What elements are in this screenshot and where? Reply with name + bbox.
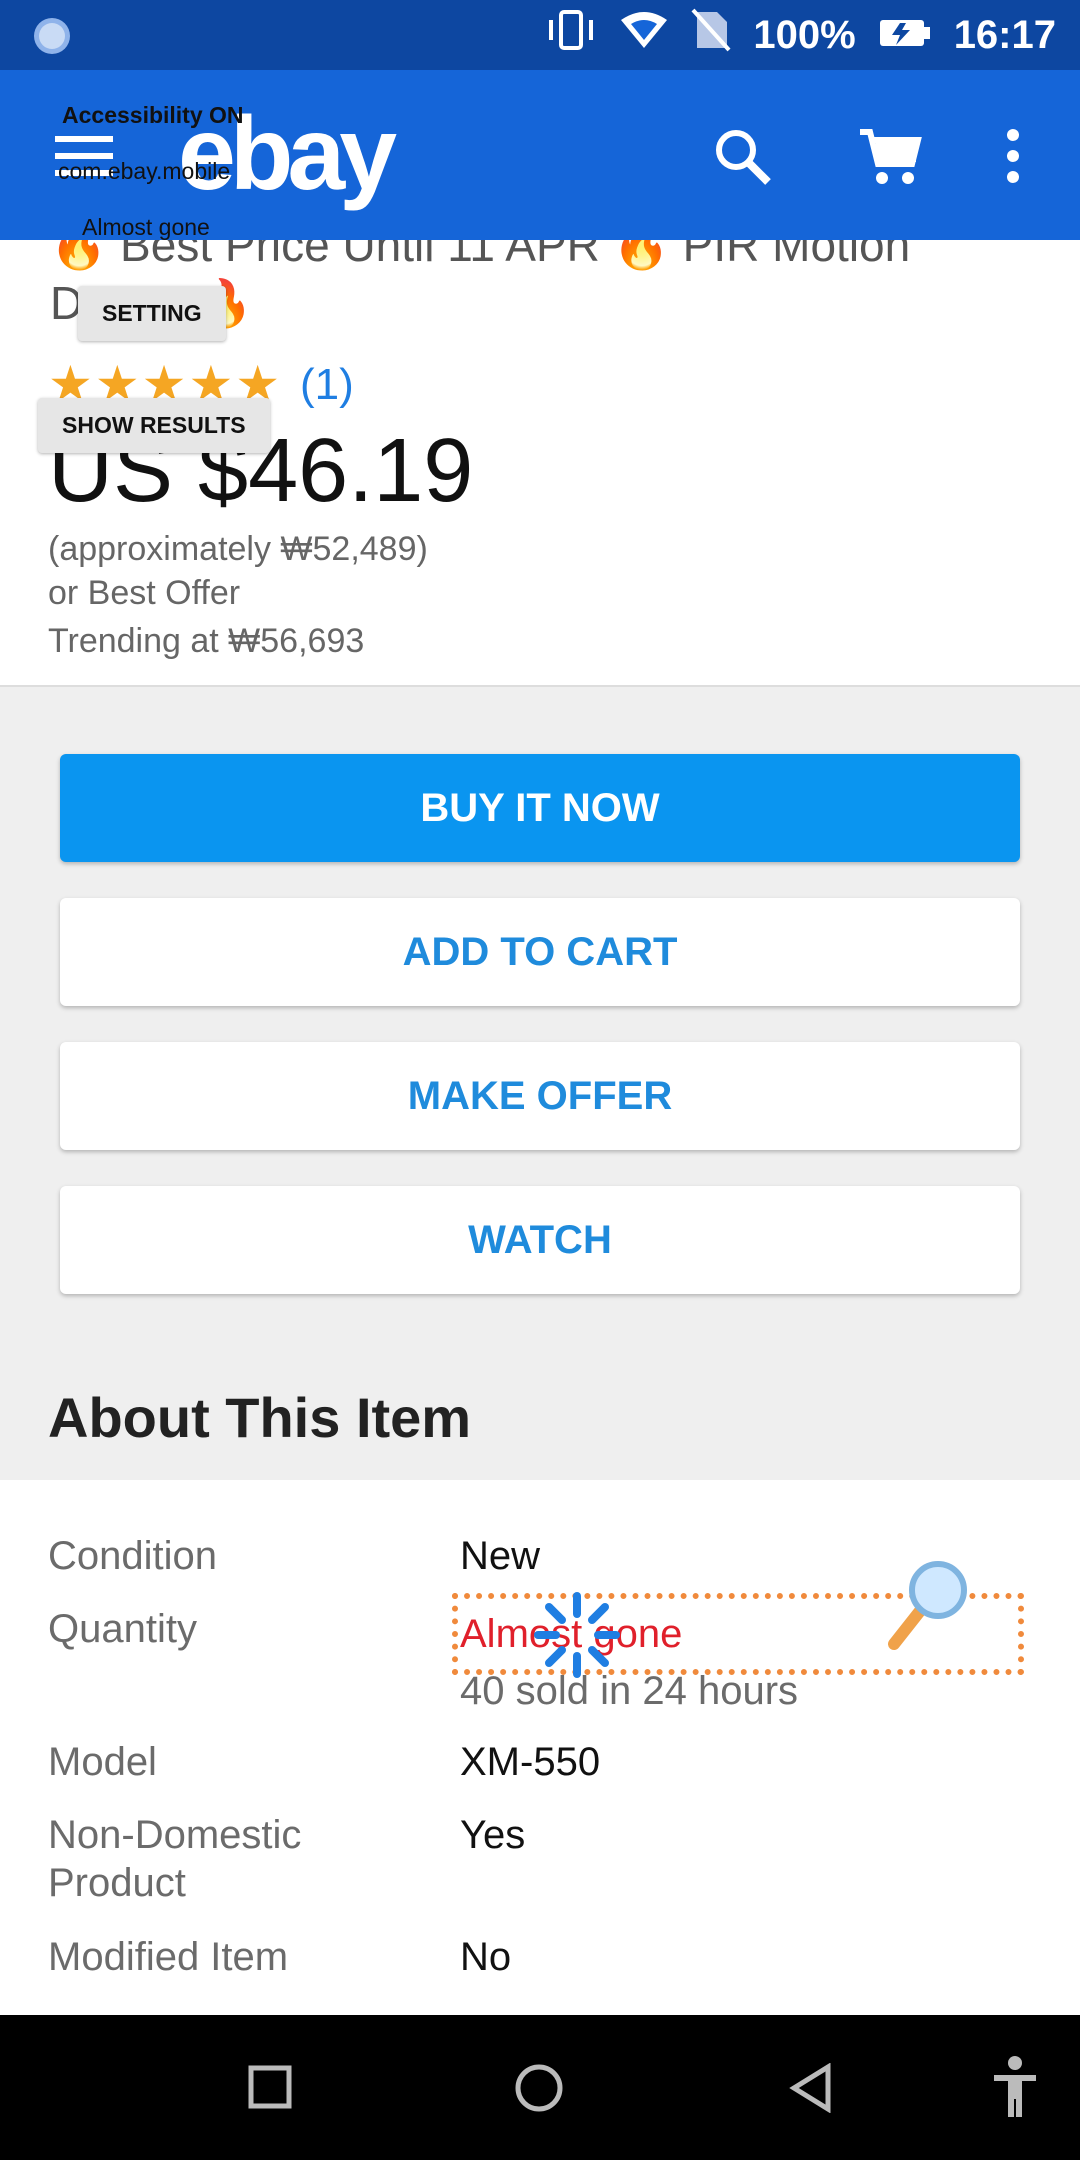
no-sim-icon (691, 8, 731, 62)
clock: 16:17 (953, 12, 1056, 57)
magnifier-icon (880, 1556, 980, 1661)
search-icon[interactable] (712, 126, 772, 191)
cart-icon[interactable] (858, 126, 922, 193)
vibrate-icon (545, 8, 597, 62)
non-domestic-value: Yes (460, 1813, 526, 1857)
buy-it-now-button[interactable]: BUY IT NOW (60, 754, 1020, 862)
setting-chip[interactable]: SETTING (78, 286, 226, 341)
almost-gone-overlay-label: Almost gone (82, 214, 210, 240)
back-button[interactable] (788, 2062, 832, 2118)
home-button[interactable] (514, 2063, 564, 2118)
modified-item-label: Modified Item (48, 1935, 289, 1979)
battery-level: 100% (753, 12, 856, 57)
condition-label: Condition (48, 1534, 218, 1578)
rating-count-link[interactable]: (1) (300, 360, 354, 410)
approx-price: (approximately ₩52,489) (48, 530, 428, 568)
add-to-cart-button[interactable]: ADD TO CART (60, 898, 1020, 1006)
best-offer-label: or Best Offer (48, 574, 241, 612)
battery-charging-icon (878, 13, 932, 58)
sync-icon (30, 14, 74, 63)
loading-spinner-icon (532, 1590, 622, 1685)
status-bar: 100% 16:17 (0, 0, 1080, 70)
system-nav-bar (0, 2015, 1080, 2160)
non-domestic-label: Non-Domestic Product (48, 1813, 302, 1905)
watch-button[interactable]: WATCH (60, 1186, 1020, 1294)
quantity-label: Quantity (48, 1607, 197, 1651)
wifi-icon (619, 10, 669, 60)
package-overlay-label: com.ebay.mobile (58, 158, 231, 184)
accessibility-icon[interactable] (990, 2055, 1040, 2126)
modified-item-value: No (460, 1935, 512, 1979)
condition-value: New (460, 1534, 541, 1578)
about-heading: About This Item (48, 1386, 472, 1449)
listing-title-line-1: 🔥 Best Price Until 11 APR 🔥 PIR Motion (50, 240, 911, 271)
model-label: Model (48, 1740, 157, 1784)
accessibility-overlay-label: Accessibility ON (62, 102, 244, 128)
recents-button[interactable] (248, 2065, 292, 2114)
trending-price: Trending at ₩56,693 (48, 622, 365, 660)
model-value: XM-550 (460, 1740, 601, 1784)
make-offer-button[interactable]: MAKE OFFER (60, 1042, 1020, 1150)
more-vert-icon[interactable] (1002, 128, 1024, 189)
show-results-chip[interactable]: SHOW RESULTS (38, 398, 270, 453)
